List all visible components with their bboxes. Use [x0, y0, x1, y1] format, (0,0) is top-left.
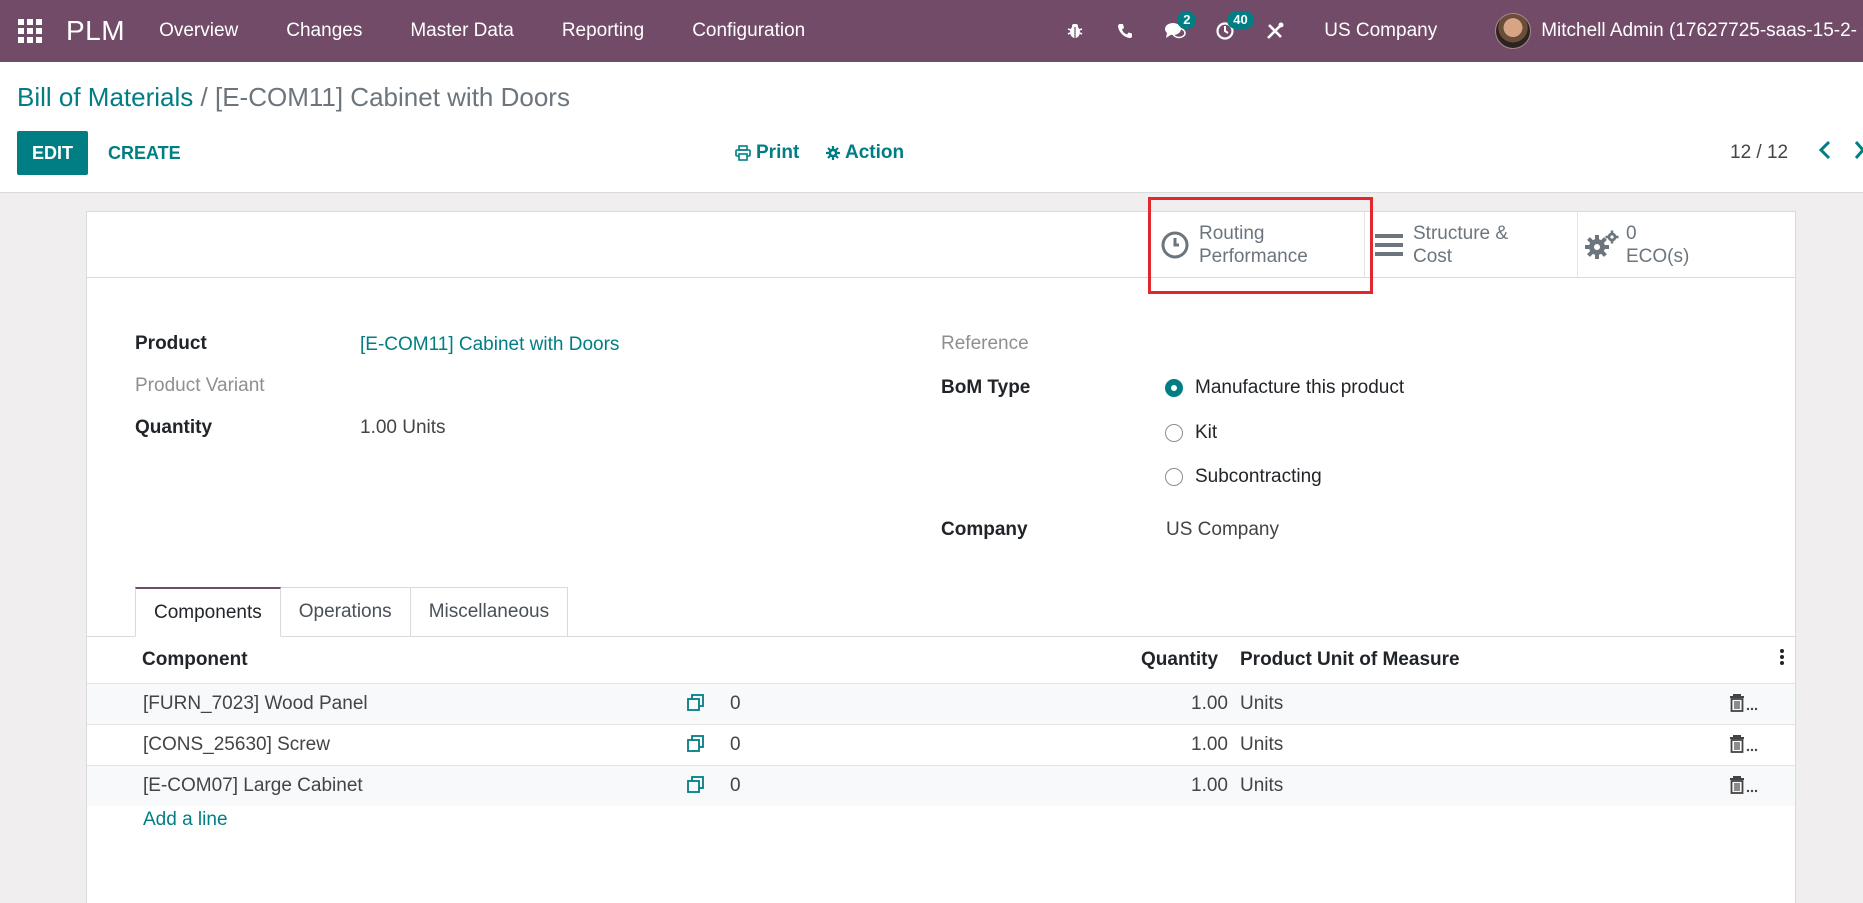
breadcrumb-current: [E-COM11] Cabinet with Doors [214, 82, 570, 112]
radio-subcontracting-label: Subcontracting [1195, 466, 1322, 487]
tab-miscellaneous[interactable]: Miscellaneous [410, 587, 569, 637]
user-menu[interactable]: Mitchell Admin (17627725-saas-15-2- [1541, 20, 1863, 42]
structure-label-line1: Structure & [1413, 223, 1509, 244]
smart-button-box: Routing Performance Structure & Cost 0 E… [87, 212, 1795, 278]
row-count: 0 [730, 775, 741, 796]
copy-icon[interactable] [686, 734, 706, 760]
routing-label-line2: Performance [1199, 246, 1308, 267]
pager-value[interactable]: 12 / 12 [1730, 142, 1788, 164]
eco-button[interactable]: 0 ECO(s) [1577, 212, 1795, 278]
phone-icon[interactable] [1100, 0, 1150, 62]
copy-icon[interactable] [686, 775, 706, 801]
row-quantity[interactable]: 1.00 [1191, 734, 1228, 756]
column-quantity[interactable]: Quantity [1141, 649, 1218, 671]
breadcrumb: Bill of Materials / [E-COM11] Cabinet wi… [17, 82, 570, 113]
column-uom[interactable]: Product Unit of Measure [1240, 649, 1460, 671]
action-label: Action [845, 142, 905, 163]
radio-subcontracting[interactable]: Subcontracting [1165, 466, 1322, 488]
messages-badge: 2 [1177, 11, 1197, 29]
radio-unchecked-icon [1165, 424, 1183, 442]
print-icon [735, 145, 751, 161]
eco-label: ECO(s) [1626, 246, 1690, 267]
app-brand[interactable]: PLM [66, 15, 125, 47]
tab-components[interactable]: Components [135, 587, 281, 637]
structure-label-line2: Cost [1413, 246, 1453, 267]
control-panel: Bill of Materials / [E-COM11] Cabinet wi… [0, 62, 1863, 193]
product-label: Product [135, 333, 207, 354]
row-component[interactable]: [CONS_25630] Screw [143, 734, 330, 756]
column-options-icon[interactable] [1779, 647, 1785, 673]
pager-next-icon[interactable] [1854, 140, 1863, 165]
components-table-header: Component Quantity Product Unit of Measu… [87, 637, 1795, 683]
reference-label: Reference [941, 333, 1029, 354]
menu-changes[interactable]: Changes [286, 20, 362, 42]
row-uom[interactable]: Units [1240, 693, 1283, 715]
row-quantity[interactable]: 1.00 [1191, 775, 1228, 797]
quantity-field: 1.00 Units [360, 417, 446, 439]
row-count: 0 [730, 693, 741, 714]
breadcrumb-separator: / [200, 82, 208, 112]
trash-icon[interactable] [1730, 775, 1760, 801]
radio-manufacture[interactable]: Manufacture this product [1165, 377, 1404, 399]
menu-reporting[interactable]: Reporting [562, 20, 644, 42]
routing-label-line1: Routing [1199, 223, 1265, 244]
action-button[interactable]: Action [826, 131, 904, 175]
top-navbar: PLM Overview Changes Master Data Reporti… [0, 0, 1863, 62]
copy-icon[interactable] [686, 693, 706, 719]
tools-icon[interactable] [1250, 0, 1300, 62]
eco-count: 0 [1626, 223, 1637, 244]
gears-icon [1578, 229, 1626, 261]
company-switcher[interactable]: US Company [1324, 20, 1437, 42]
row-component[interactable]: [FURN_7023] Wood Panel [143, 693, 368, 715]
edit-button[interactable]: EDIT [17, 131, 88, 175]
bom-type-label: BoM Type [941, 377, 1031, 398]
trash-icon[interactable] [1730, 693, 1760, 719]
menu-configuration[interactable]: Configuration [692, 20, 805, 42]
company-label: Company [941, 519, 1028, 540]
add-a-line-link[interactable]: Add a line [143, 809, 228, 831]
print-button[interactable]: Print [735, 131, 799, 175]
table-row[interactable]: [CONS_25630] Screw 0 1.00 Units [87, 724, 1795, 765]
radio-unchecked-icon [1165, 468, 1183, 486]
quantity-uom: Units [402, 417, 446, 438]
radio-kit-label: Kit [1195, 422, 1218, 443]
radio-checked-icon [1165, 379, 1183, 397]
row-uom[interactable]: Units [1240, 775, 1283, 797]
menu-master-data[interactable]: Master Data [410, 20, 513, 42]
print-label: Print [756, 142, 800, 163]
trash-icon[interactable] [1730, 734, 1760, 760]
column-component[interactable]: Component [142, 649, 248, 671]
row-component[interactable]: [E-COM07] Large Cabinet [143, 775, 363, 797]
pager-previous-icon[interactable] [1818, 140, 1832, 165]
apps-menu-icon[interactable] [0, 0, 60, 62]
radio-manufacture-label: Manufacture this product [1195, 377, 1405, 398]
quantity-value: 1.00 [360, 417, 397, 438]
breadcrumb-bill-of-materials[interactable]: Bill of Materials [17, 82, 193, 112]
radio-kit[interactable]: Kit [1165, 422, 1217, 444]
table-row[interactable]: [E-COM07] Large Cabinet 0 1.00 Units [87, 765, 1795, 806]
row-quantity[interactable]: 1.00 [1191, 693, 1228, 715]
table-row[interactable]: [FURN_7023] Wood Panel 0 1.00 Units [87, 683, 1795, 724]
quantity-label: Quantity [135, 417, 213, 438]
bug-icon[interactable] [1050, 0, 1100, 62]
menu-overview[interactable]: Overview [159, 20, 238, 42]
form-sheet: Routing Performance Structure & Cost 0 E… [86, 211, 1796, 903]
structure-cost-button[interactable]: Structure & Cost [1364, 212, 1577, 278]
clock-icon [1151, 230, 1199, 260]
product-field[interactable]: [E-COM11] Cabinet with Doors [360, 334, 619, 356]
row-count: 0 [730, 734, 741, 755]
company-field[interactable]: US Company [1166, 519, 1279, 541]
tab-operations[interactable]: Operations [280, 587, 411, 637]
product-variant-label: Product Variant [135, 375, 265, 396]
notebook-tabs: Components Operations Miscellaneous [135, 587, 569, 637]
chat-icon[interactable]: 2 [1150, 0, 1200, 62]
user-avatar[interactable] [1495, 13, 1532, 49]
routing-performance-button[interactable]: Routing Performance [1151, 212, 1364, 278]
row-uom[interactable]: Units [1240, 734, 1283, 756]
gear-icon [826, 146, 840, 160]
bars-icon [1365, 232, 1413, 258]
create-button[interactable]: CREATE [108, 131, 181, 175]
activity-clock-icon[interactable]: 40 [1200, 0, 1254, 62]
